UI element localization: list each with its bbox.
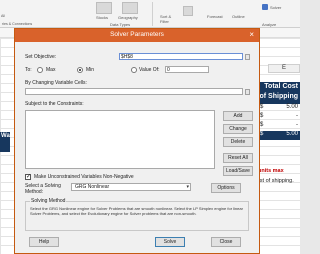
filter-icon[interactable]: [183, 6, 193, 16]
constraints-list[interactable]: [25, 110, 215, 169]
column-header-e[interactable]: E: [268, 64, 300, 73]
solving-method-label-2: Method:: [25, 189, 44, 195]
delete-button[interactable]: Delete: [223, 137, 253, 147]
all-label: All: [1, 14, 5, 18]
change-button[interactable]: Change: [223, 124, 253, 134]
money-row[interactable]: $ 5.00: [258, 104, 300, 113]
amount: -: [296, 113, 298, 119]
changing-cells-input[interactable]: [25, 88, 243, 95]
max-radio[interactable]: [37, 67, 43, 73]
money-row[interactable]: $ -: [258, 122, 300, 131]
solver-label[interactable]: Solver: [270, 5, 281, 10]
analyze-label: Analyze: [262, 22, 277, 27]
options-button[interactable]: Options: [211, 183, 241, 193]
min-label: Min: [86, 67, 95, 73]
queries-connections-label: ries & Connections: [2, 22, 33, 26]
amount: 5.00: [286, 131, 298, 137]
chevron-down-icon: ▾: [186, 184, 189, 190]
solving-method-group: Solving Method Select the GRG Nonlinear …: [25, 198, 249, 231]
solve-button[interactable]: Solve: [155, 237, 185, 247]
data-types-label: Data Types: [110, 22, 131, 27]
forecast-label[interactable]: Forecast: [207, 14, 223, 19]
collapse-dialog-icon[interactable]: [245, 54, 250, 60]
total-cost-header: Total Cost of Shipping: [258, 82, 300, 104]
reset-all-button[interactable]: Reset All: [223, 153, 253, 163]
constraints-label: Subject to the Constraints:: [25, 101, 84, 107]
dialog-titlebar[interactable]: Solver Parameters ×: [15, 29, 259, 42]
value-of-radio[interactable]: [131, 67, 137, 73]
ribbon-separator: [152, 2, 153, 26]
set-objective-input[interactable]: $H$8: [119, 53, 243, 60]
left-dark-cell: [0, 142, 10, 152]
stocks-icon[interactable]: [96, 2, 112, 14]
value-of-input[interactable]: 0: [165, 66, 209, 73]
amount: -: [296, 122, 298, 128]
filter-label[interactable]: Filter: [160, 19, 169, 24]
solving-method-select[interactable]: GRG Nonlinear ▾: [71, 183, 191, 191]
nonnegative-label: Make Unconstrained Variables Non-Negativ…: [34, 174, 134, 180]
nonnegative-checkbox[interactable]: ✓: [25, 174, 31, 180]
solver-parameters-dialog: Solver Parameters × Set Objective: $H$8 …: [14, 28, 260, 254]
left-cell-text: Wa: [1, 133, 10, 139]
collapse-dialog-icon[interactable]: [245, 89, 250, 95]
currency: $: [260, 113, 264, 119]
solving-method-value: GRG Nonlinear: [75, 184, 110, 190]
dialog-title: Solver Parameters: [110, 31, 164, 38]
help-button[interactable]: Help: [29, 237, 59, 247]
stocks-label: Stocks: [96, 15, 109, 20]
units-note: units max: [258, 168, 284, 174]
currency: $: [260, 131, 264, 137]
add-button[interactable]: Add: [223, 111, 253, 121]
load-save-button[interactable]: Load/Save: [223, 166, 253, 176]
currency: $: [260, 122, 264, 128]
excel-ribbon: Stocks Geography Data Types Sort & Filte…: [0, 0, 300, 28]
set-objective-label: Set Objective:: [25, 54, 57, 60]
changing-cells-label: By Changing Variable Cells:: [25, 80, 87, 86]
value-of-label: Value Of:: [139, 67, 160, 73]
geography-icon[interactable]: [122, 2, 138, 14]
to-label: To:: [25, 67, 32, 73]
solving-method-description: Select the GRG Nonlinear engine for Solv…: [30, 206, 243, 216]
money-row-total[interactable]: $ 5.00: [258, 131, 300, 140]
solving-method-title: Solving Method: [30, 198, 67, 204]
outline-label[interactable]: Outline: [232, 14, 245, 19]
amount: 5.00: [286, 104, 298, 110]
geography-label: Geography: [118, 15, 138, 20]
min-radio[interactable]: [77, 67, 83, 73]
currency: $: [260, 104, 264, 110]
money-row[interactable]: $ -: [258, 113, 300, 122]
max-label: Max: [46, 67, 56, 73]
close-button[interactable]: Close: [211, 237, 241, 247]
solver-icon[interactable]: [262, 4, 268, 10]
close-icon[interactable]: ×: [249, 30, 254, 39]
